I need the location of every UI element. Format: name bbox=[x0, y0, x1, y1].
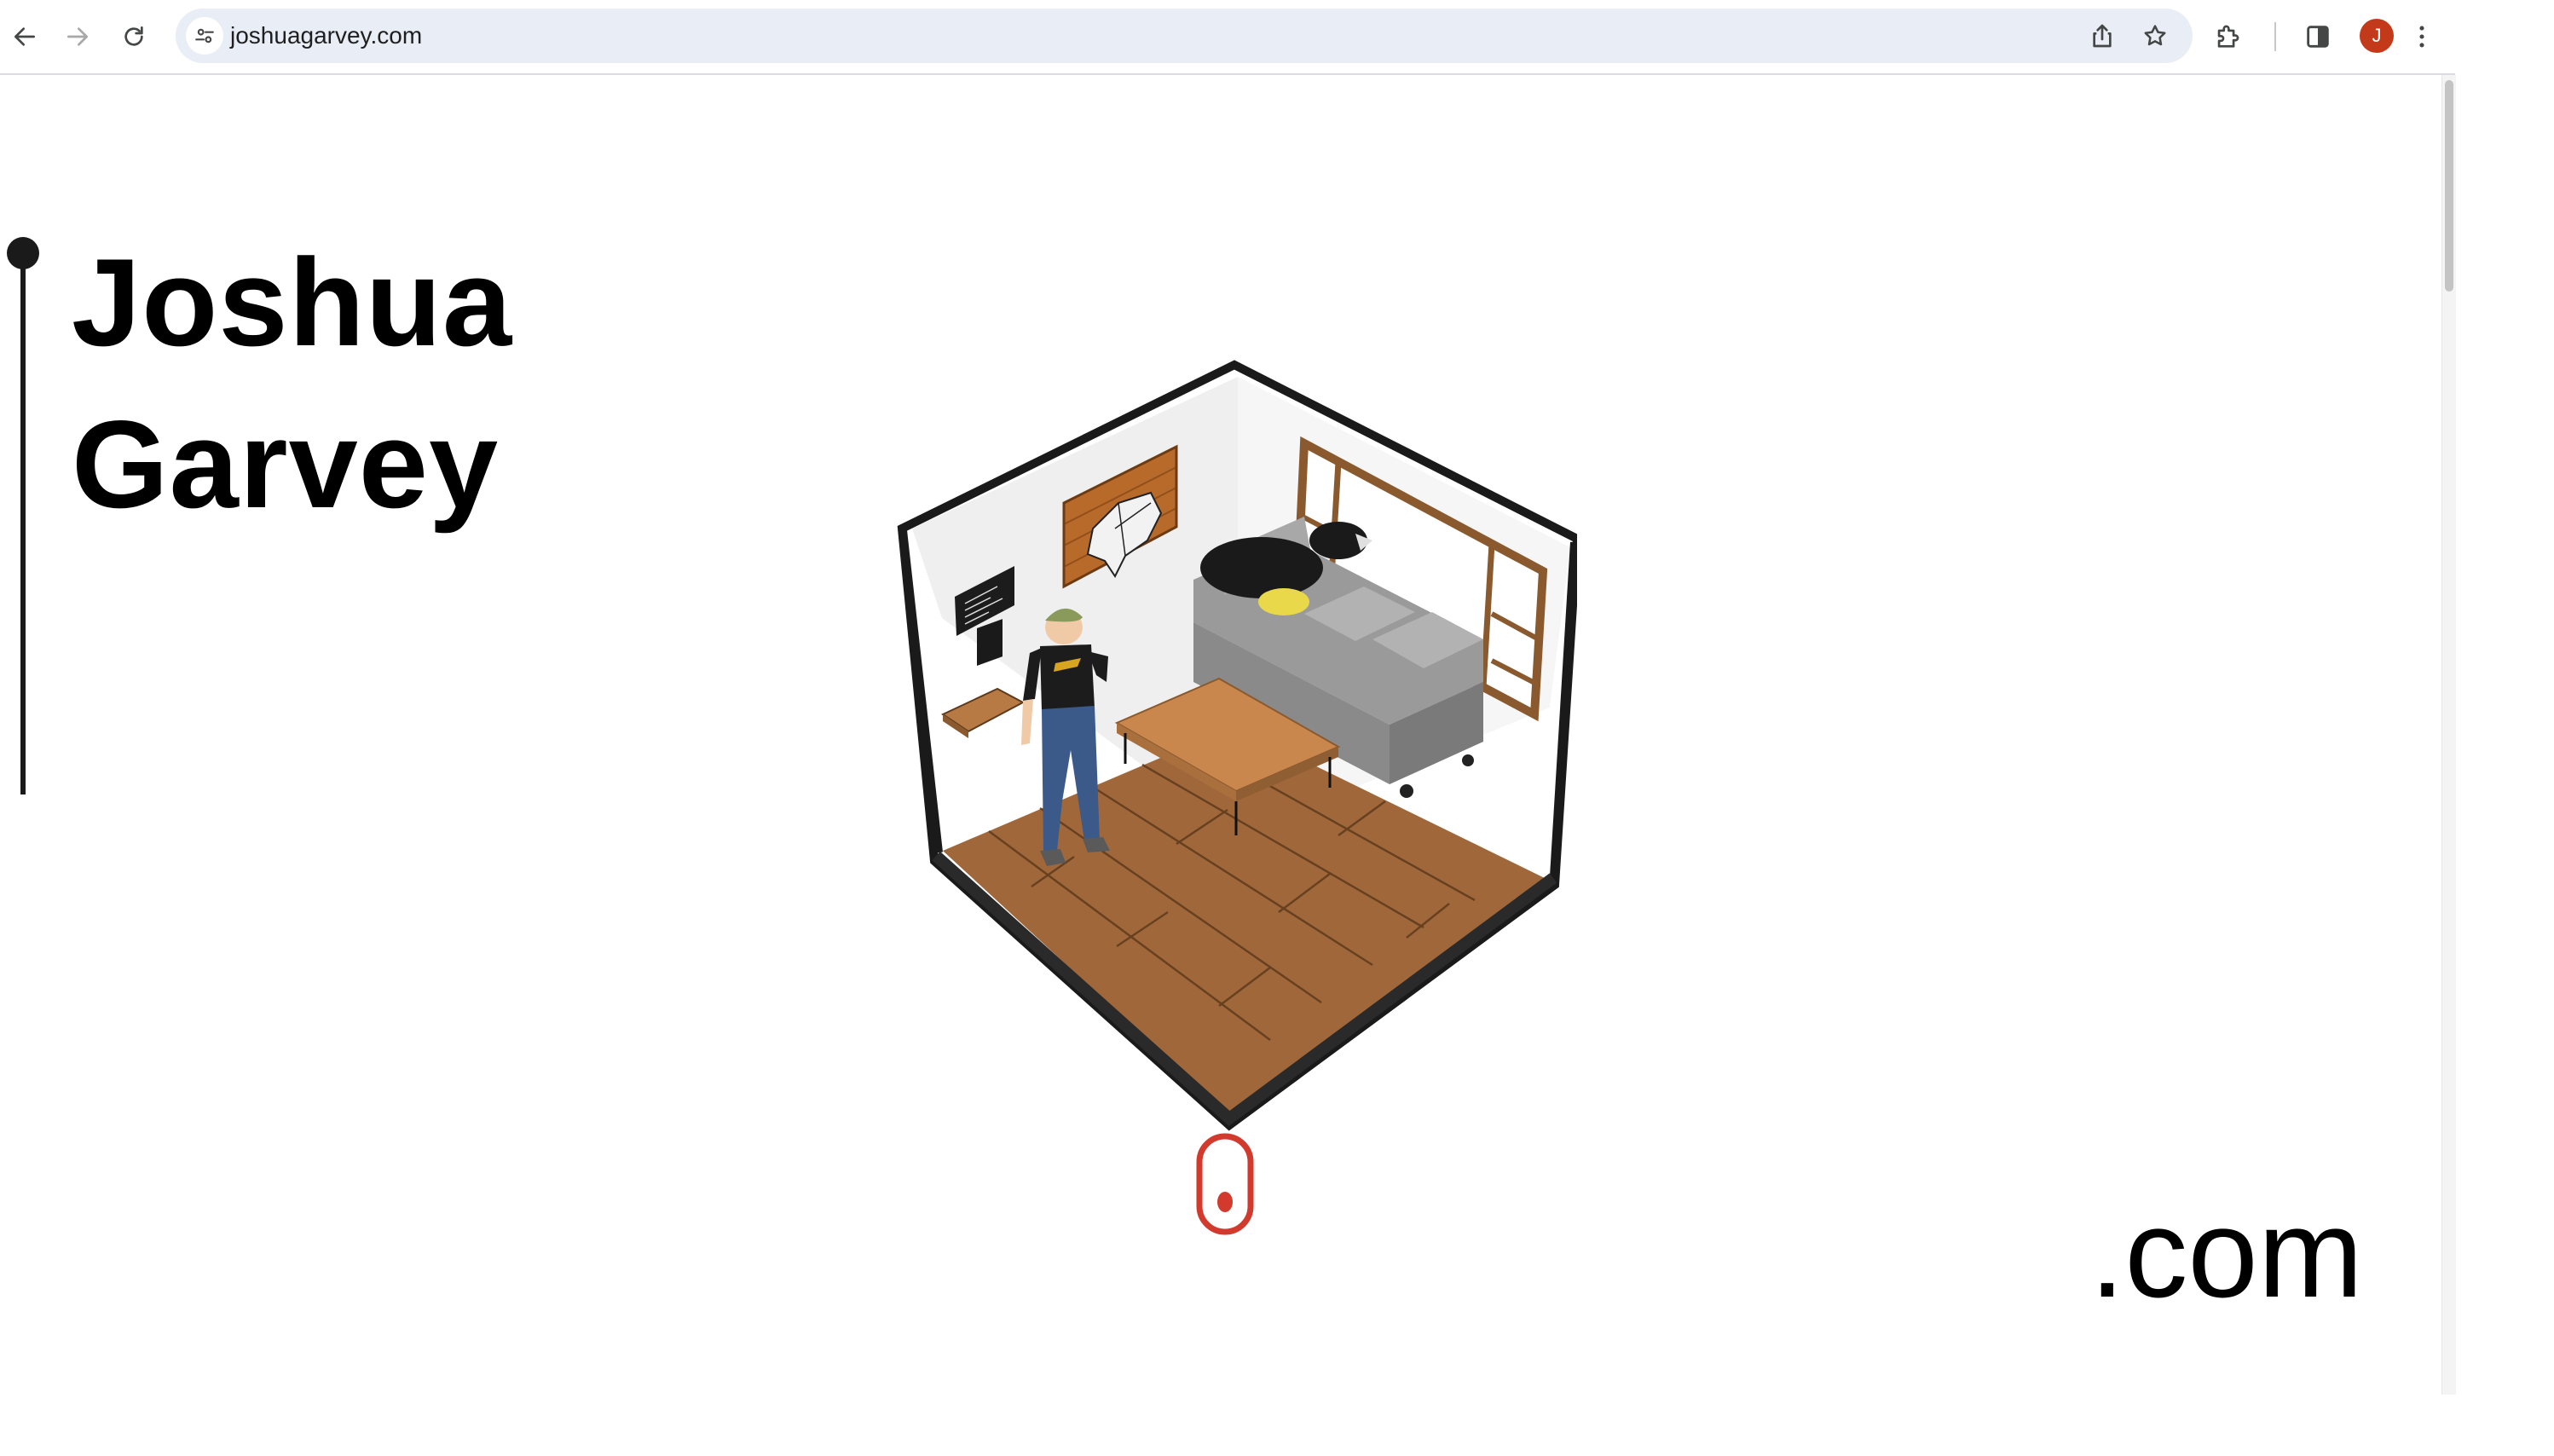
domain-suffix: .com bbox=[2089, 1183, 2363, 1324]
share-button[interactable] bbox=[2085, 19, 2119, 53]
profile-avatar[interactable]: J bbox=[2360, 19, 2394, 53]
share-icon bbox=[2093, 24, 2112, 48]
page-viewport: Joshua Garvey .com bbox=[0, 75, 2441, 1395]
hero-first-name: Joshua bbox=[72, 233, 513, 372]
browser-toolbar: joshuagarvey.com J bbox=[0, 0, 2455, 75]
scrollbar-thumb[interactable] bbox=[2445, 80, 2453, 292]
back-arrow-icon bbox=[14, 27, 35, 46]
back-button[interactable] bbox=[3, 15, 46, 58]
mouse-scroll-icon[interactable] bbox=[1195, 1132, 1255, 1236]
reload-icon bbox=[124, 26, 143, 46]
isometric-room-illustration[interactable] bbox=[895, 358, 1577, 1159]
timeline-knob[interactable] bbox=[7, 237, 39, 269]
side-panel-icon bbox=[2307, 26, 2329, 48]
puzzle-icon bbox=[2217, 25, 2239, 48]
reload-button[interactable] bbox=[113, 15, 155, 58]
bookmark-button[interactable] bbox=[2138, 19, 2172, 53]
hero-title: Joshua Garvey bbox=[72, 222, 512, 546]
side-panel-button[interactable] bbox=[2298, 17, 2337, 56]
extensions-button[interactable] bbox=[2208, 17, 2247, 56]
tune-icon bbox=[195, 28, 214, 43]
kebab-menu-icon bbox=[2419, 26, 2424, 48]
browser-menu-button[interactable] bbox=[2402, 17, 2441, 56]
hero-last-name: Garvey bbox=[72, 395, 500, 534]
forward-button[interactable] bbox=[56, 15, 99, 58]
url-text[interactable]: joshuagarvey.com bbox=[230, 9, 422, 63]
forward-arrow-icon bbox=[67, 27, 88, 46]
site-info-button[interactable] bbox=[186, 17, 223, 55]
timeline-line bbox=[20, 249, 26, 794]
page-scrollbar[interactable] bbox=[2441, 75, 2456, 1395]
star-icon bbox=[2144, 25, 2166, 46]
address-bar[interactable]: joshuagarvey.com bbox=[176, 9, 2193, 63]
toolbar-divider bbox=[2274, 22, 2276, 51]
